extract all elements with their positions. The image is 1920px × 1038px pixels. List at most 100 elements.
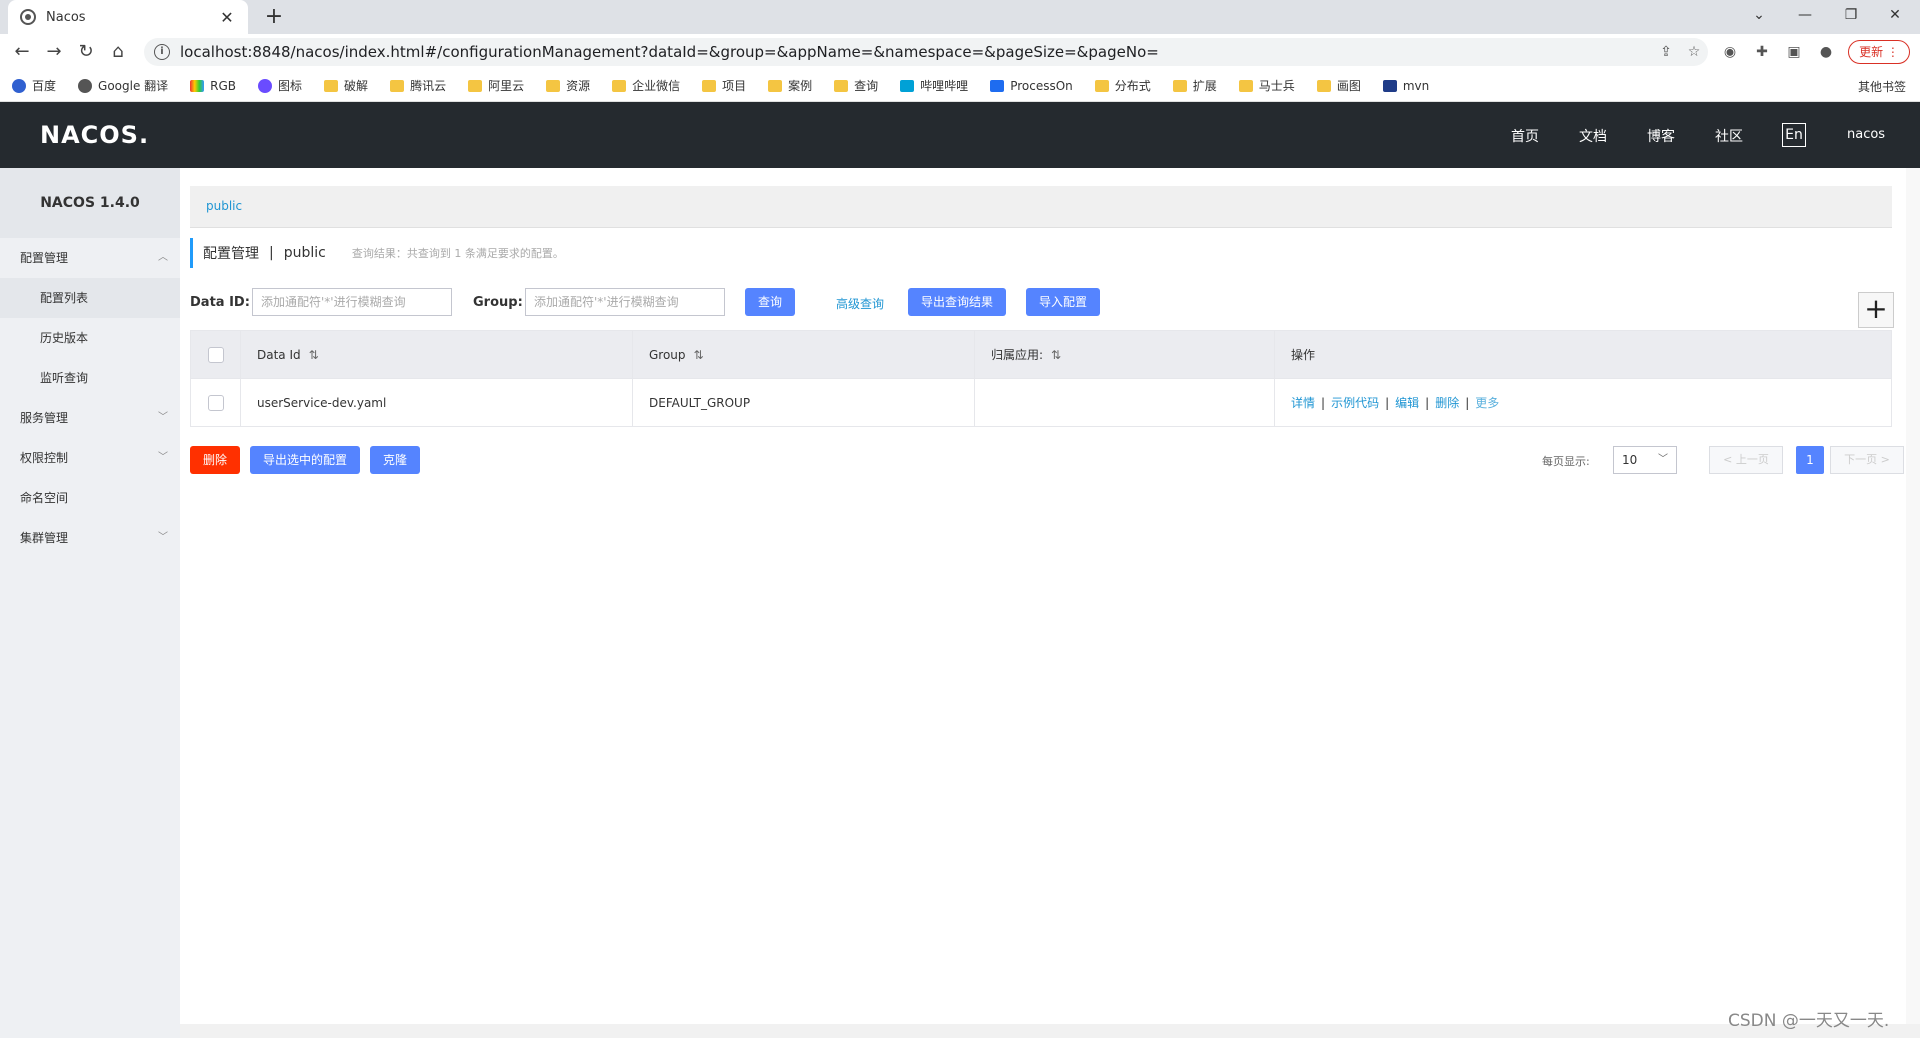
bookmark-item[interactable]: 扩展 (1172, 77, 1217, 94)
bookmark-star-icon[interactable]: ☆ (1680, 44, 1708, 60)
horizontal-scrollbar[interactable] (180, 1024, 1920, 1038)
tab-search-icon[interactable]: ⌄ (1736, 0, 1782, 30)
home-icon[interactable]: ⌂ (104, 40, 132, 64)
column-header-app[interactable]: 归属应用: ⇅ (974, 330, 1275, 379)
url-text[interactable]: localhost:8848/nacos/index.html#/configu… (180, 43, 1652, 61)
page-size-select[interactable]: 10 ﹀ (1613, 446, 1677, 474)
sidebar-item-config-management[interactable]: 配置管理 ︿ (0, 238, 180, 278)
sidebar-item-access-control[interactable]: 权限控制 ﹀ (0, 438, 180, 478)
delete-link[interactable]: 删除 (1435, 396, 1459, 410)
advanced-query-link[interactable]: 高级查询 (836, 295, 884, 312)
bookmark-item[interactable]: mvn (1382, 79, 1429, 93)
export-query-results-button[interactable]: 导出查询结果 (908, 288, 1006, 316)
detail-link[interactable]: 详情 (1291, 396, 1315, 410)
folder-icon (324, 79, 339, 92)
sort-icon[interactable]: ⇅ (694, 348, 704, 362)
column-header-group[interactable]: Group ⇅ (632, 330, 975, 379)
bookmark-item[interactable]: 破解 (324, 77, 368, 94)
bookmark-item[interactable]: 分布式 (1094, 77, 1151, 94)
other-bookmarks[interactable]: 其他书签 (1838, 78, 1906, 95)
sidebar-item-history[interactable]: 历史版本 (0, 318, 180, 358)
processon-icon (990, 79, 1005, 92)
column-header-dataid[interactable]: Data Id ⇅ (240, 330, 633, 379)
bookmark-item[interactable]: 画图 (1316, 77, 1361, 94)
extension-icon[interactable]: ◉ (1718, 42, 1742, 62)
address-bar[interactable]: i localhost:8848/nacos/index.html#/confi… (144, 38, 1708, 66)
bookmark-item[interactable]: 查询 (834, 77, 878, 94)
back-icon[interactable]: ← (8, 40, 36, 64)
group-input[interactable] (525, 288, 725, 316)
bookmark-item[interactable]: 资源 (546, 77, 590, 94)
reload-icon[interactable]: ↻ (72, 40, 100, 64)
nav-docs[interactable]: 文档 (1579, 126, 1607, 146)
select-all-checkbox[interactable] (207, 346, 224, 363)
sort-icon[interactable]: ⇅ (309, 348, 319, 362)
bookmark-item[interactable]: ProcessOn (990, 79, 1073, 93)
profile-icon[interactable]: ● (1814, 42, 1838, 62)
minimize-icon[interactable]: — (1782, 0, 1828, 30)
forward-icon[interactable]: → (40, 40, 68, 64)
sidebar-item-cluster-management[interactable]: 集群管理 ﹀ (0, 518, 180, 558)
window-close-icon[interactable]: ✕ (1872, 0, 1918, 30)
bookmark-item[interactable]: 马士兵 (1238, 77, 1295, 94)
more-link[interactable]: 更多 (1475, 396, 1499, 410)
sidebar-item-namespace[interactable]: 命名空间 (0, 478, 180, 518)
page-1-button[interactable]: 1 (1796, 446, 1824, 474)
query-button[interactable]: 查询 (745, 288, 795, 316)
folder-icon (1094, 79, 1109, 92)
dataid-input[interactable] (252, 288, 452, 316)
export-selected-button[interactable]: 导出选中的配置 (250, 446, 360, 474)
bookmark-item[interactable]: 企业微信 (612, 77, 680, 94)
bookmark-item[interactable]: 图标 (258, 77, 302, 94)
table-header-row: Data Id ⇅ Group ⇅ 归属应用: ⇅ 操作 (190, 330, 1892, 379)
user-menu[interactable]: nacos (1847, 127, 1885, 142)
bookmark-item[interactable]: RGB (190, 79, 236, 93)
folder-icon (1838, 81, 1852, 93)
bookmark-item[interactable]: 项目 (702, 77, 746, 94)
sidebar-item-listener-query[interactable]: 监听查询 (0, 358, 180, 398)
folder-icon (390, 79, 405, 92)
bookmark-item[interactable]: 腾讯云 (390, 77, 446, 94)
nav-community[interactable]: 社区 (1715, 126, 1743, 146)
folder-icon (612, 79, 627, 92)
sample-code-link[interactable]: 示例代码 (1331, 396, 1379, 410)
cell-app (974, 378, 1275, 427)
clone-button[interactable]: 克隆 (370, 446, 420, 474)
sort-icon[interactable]: ⇅ (1051, 348, 1061, 362)
iconfont-icon (258, 78, 273, 93)
browser-toolbar: ← → ↻ ⌂ i localhost:8848/nacos/index.htm… (0, 34, 1920, 70)
share-icon[interactable]: ⇪ (1652, 44, 1680, 60)
close-tab-icon[interactable]: ✕ (218, 8, 236, 27)
mvn-icon (1382, 79, 1397, 92)
new-tab-icon[interactable]: + (260, 4, 288, 30)
namespace-tab-public[interactable]: public (206, 199, 242, 213)
site-info-icon[interactable]: i (154, 44, 170, 60)
row-checkbox[interactable] (207, 394, 224, 411)
vertical-scrollbar[interactable] (1906, 168, 1920, 1024)
browser-tab[interactable]: Nacos ✕ (8, 0, 248, 34)
nav-blog[interactable]: 博客 (1647, 126, 1675, 146)
folder-icon (468, 79, 483, 92)
puzzle-icon[interactable]: ✚ (1750, 42, 1774, 62)
language-toggle[interactable]: En (1782, 123, 1806, 147)
restore-icon[interactable]: ❐ (1828, 0, 1874, 30)
side-panel-icon[interactable]: ▣ (1782, 42, 1806, 62)
tab-title: Nacos (46, 9, 86, 25)
add-config-button[interactable]: + (1858, 292, 1894, 328)
nacos-logo[interactable]: NACOS. (40, 121, 149, 149)
sidebar-item-service-management[interactable]: 服务管理 ﹀ (0, 398, 180, 438)
nav-home[interactable]: 首页 (1511, 126, 1539, 146)
bookmark-item[interactable]: 百度 (12, 77, 56, 94)
bookmark-item[interactable]: 案例 (768, 77, 812, 94)
sidebar-item-config-list[interactable]: 配置列表 (0, 278, 180, 318)
edit-link[interactable]: 编辑 (1395, 396, 1419, 410)
bookmark-item[interactable]: 哔哩哔哩 (900, 77, 968, 94)
folder-icon (1316, 79, 1331, 92)
bookmark-item[interactable]: Google 翻译 (78, 77, 168, 94)
update-button[interactable]: 更新 ⋮ (1848, 40, 1910, 64)
prev-page-button[interactable]: < 上一页 (1709, 446, 1783, 474)
bookmark-item[interactable]: 阿里云 (468, 77, 524, 94)
import-config-button[interactable]: 导入配置 (1026, 288, 1100, 316)
delete-button[interactable]: 删除 (190, 446, 240, 474)
next-page-button[interactable]: 下一页 > (1830, 446, 1904, 474)
